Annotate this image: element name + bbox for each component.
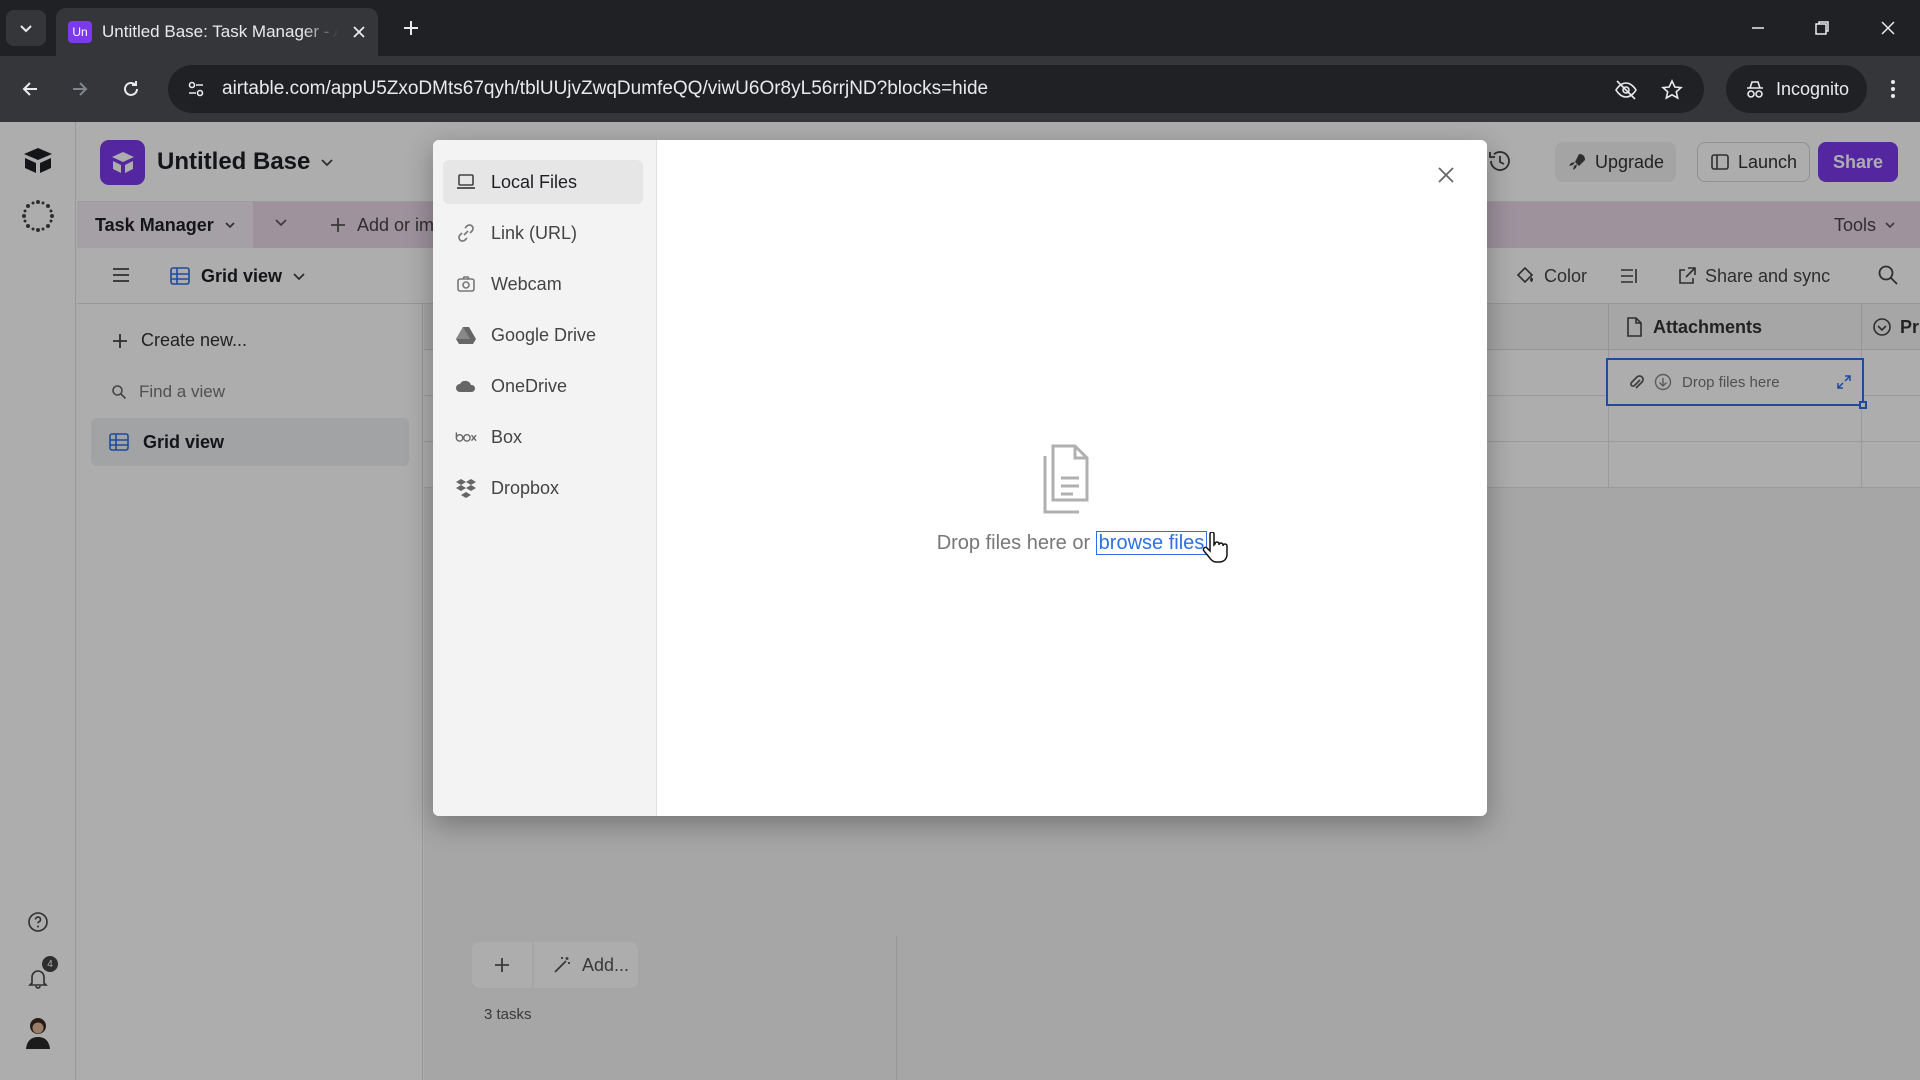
eye-off-icon[interactable] [1611,75,1641,105]
bookmark-star-icon[interactable] [1657,75,1687,105]
back-button[interactable] [13,72,47,106]
hand-pointer-cursor-icon [1202,532,1228,564]
source-label: Box [491,426,523,447]
tab-search-button[interactable] [6,10,46,46]
source-dropbox[interactable]: Dropbox [443,466,643,510]
drop-text-label: Drop files here or [936,532,1091,554]
incognito-indicator[interactable]: Incognito [1726,65,1868,113]
source-label: Link (URL) [491,222,578,243]
link-icon [455,222,477,244]
reload-button[interactable] [114,72,148,106]
file-drop-zone[interactable]: Drop files here or browse files [657,140,1487,816]
source-label: Google Drive [491,324,597,345]
tab-favicon: Un [68,21,92,43]
google-drive-icon [455,324,477,346]
forward-button[interactable] [63,72,97,106]
url-text: airtable.com/appU5ZxoDMts67qyh/tblUUjvZw… [222,78,989,99]
incognito-label: Incognito [1776,78,1850,99]
tab-close-icon[interactable] [352,25,366,39]
dropbox-icon [455,477,477,499]
camera-icon [455,273,477,295]
source-label: OneDrive [491,375,568,396]
browse-files-link[interactable]: browse files [1095,531,1208,555]
site-info-icon[interactable] [182,75,210,103]
box-icon [455,426,477,448]
source-label: Local Files [491,171,578,192]
files-icon [1037,442,1099,516]
minimize-button[interactable] [1736,8,1780,48]
drop-instructions: Drop files here or browse files [657,531,1487,555]
incognito-icon [1744,79,1766,99]
laptop-icon [455,171,477,193]
close-window-button[interactable] [1866,8,1910,48]
upload-source-list: Local Files Link (URL) Webcam Google Dri… [433,140,657,816]
onedrive-icon [455,375,477,397]
restore-button[interactable] [1800,8,1844,48]
source-webcam[interactable]: Webcam [443,262,643,306]
browser-toolbar: airtable.com/appU5ZxoDMts67qyh/tblUUjvZw… [0,56,1920,122]
source-label: Webcam [491,273,562,294]
address-bar[interactable]: airtable.com/appU5ZxoDMts67qyh/tblUUjvZw… [168,65,1704,113]
source-google-drive[interactable]: Google Drive [443,313,643,357]
source-link-url[interactable]: Link (URL) [443,211,643,255]
new-tab-button[interactable] [395,12,427,44]
source-onedrive[interactable]: OneDrive [443,364,643,408]
browser-menu-icon[interactable] [1876,72,1910,106]
source-label: Dropbox [491,477,560,498]
close-icon[interactable] [1433,162,1459,188]
source-box[interactable]: Box [443,415,643,459]
file-upload-dialog: Local Files Link (URL) Webcam Google Dri… [433,140,1487,816]
source-local-files[interactable]: Local Files [443,160,643,204]
browser-tab-active[interactable]: Un Untitled Base: Task Manager - Airtabl… [56,8,378,56]
browser-tabstrip: Un Untitled Base: Task Manager - Airtabl… [0,0,1920,56]
tab-title: Untitled Base: Task Manager - Airtable [102,22,338,41]
